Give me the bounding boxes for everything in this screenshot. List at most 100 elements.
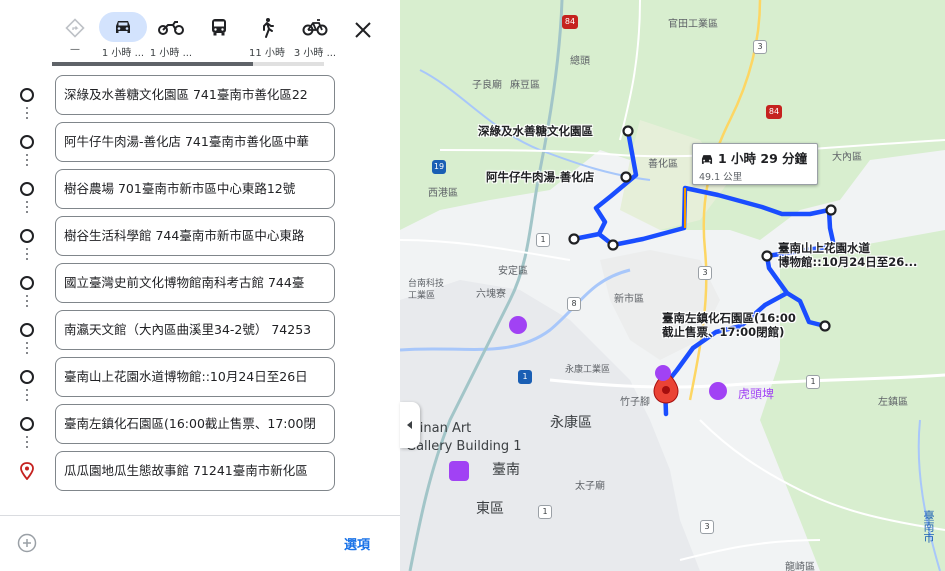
road-shield-3: 3 <box>753 40 767 54</box>
road-shield-1: 1 <box>536 233 550 247</box>
waypoint-input[interactable]: 樹谷農場 701臺南市新市區中心東路12號 <box>55 169 335 209</box>
map-label-dest-2[interactable]: 阿牛仔牛肉湯-善化店 <box>486 170 594 184</box>
travel-mode-bar: — 1 小時 ... 1 小時 ... 11 小時 3 小時 ... <box>0 0 400 66</box>
label-dong: 東區 <box>476 501 504 517</box>
connector-dots <box>25 248 29 263</box>
road-shield-3b: 3 <box>698 266 712 280</box>
directions-panel: — 1 小時 ... 1 小時 ... 11 小時 3 小時 ... 深綠及水善… <box>0 0 400 571</box>
road-shield-84b: 84 <box>766 105 782 119</box>
waypoint-input[interactable]: 深綠及水善糖文化園區 741臺南市善化區22 <box>55 75 335 115</box>
map-label-dest-1[interactable]: 深綠及水善糖文化園區 <box>478 124 593 138</box>
close-button[interactable] <box>348 15 378 45</box>
mode-driving-time: 1 小時 ... <box>101 48 145 59</box>
collapse-panel-button[interactable] <box>400 402 420 448</box>
label-yongkang: 永康區 <box>550 415 592 431</box>
waypoint-circle-icon <box>20 88 34 102</box>
waypoint-row: 樹谷農場 701臺南市新市區中心東路12號 <box>0 169 400 209</box>
waypoint-input[interactable]: 臺南左鎮化石園區(16:00截止售票、17:00閉 <box>55 404 335 444</box>
label-zigang: 子良廟 <box>472 80 502 91</box>
label-guantian: 官田工業區 <box>668 19 718 30</box>
route-distance: 49.1 公里 <box>699 172 743 183</box>
label-zhuotou: 總頭 <box>570 56 590 67</box>
mode-walking[interactable]: 11 小時 <box>240 10 294 62</box>
chevron-left-icon <box>407 421 412 429</box>
label-tainan-city: 臺南市 <box>922 510 935 543</box>
waypoint-input[interactable]: 瓜瓜園地瓜生態故事館 71241臺南市新化區 <box>55 451 335 491</box>
label-tainan: 臺南 <box>492 462 520 478</box>
options-button[interactable]: 選項 <box>344 534 370 553</box>
mode-best[interactable]: — <box>48 10 102 62</box>
add-circle-icon <box>17 533 37 553</box>
waypoint-input[interactable]: 南瀛天文館（大內區曲溪里34-2號） 74253 <box>55 310 335 350</box>
loading-progress-fill <box>52 62 254 66</box>
connector-dots <box>25 201 29 216</box>
road-shield-19: 19 <box>432 160 446 174</box>
label-shanhua: 善化區 <box>648 159 678 170</box>
waypoint-circle-icon <box>20 276 34 290</box>
waypoint-row: 樹谷生活科學館 744臺南市新市區中心東路 <box>0 216 400 256</box>
mode-motorcycle[interactable]: 1 小時 ... <box>144 10 198 62</box>
connector-dots <box>25 295 29 310</box>
connector-dots <box>25 154 29 169</box>
walking-icon <box>243 12 291 42</box>
road-shield-1d: 1 <box>806 375 820 389</box>
destination-pin-icon <box>20 462 34 484</box>
mode-driving[interactable]: 1 小時 ... <box>96 10 150 62</box>
waypoint-circle-icon <box>20 370 34 384</box>
waypoint-row: 深綠及水善糖文化園區 741臺南市善化區22 <box>0 75 400 115</box>
waypoint-row: 臺南山上花園水道博物館::10月24日至26日 <box>0 357 400 397</box>
waypoint-row: 阿牛仔牛肉湯-善化店 741臺南市善化區中華 <box>0 122 400 162</box>
label-madou: 麻豆區 <box>510 80 540 91</box>
waypoint-circle-icon <box>20 323 34 337</box>
waypoint-input[interactable]: 臺南山上花園水道博物館::10月24日至26日 <box>55 357 335 397</box>
waypoint-circle-icon <box>20 229 34 243</box>
label-anding: 安定區 <box>498 266 528 277</box>
route-duration: 1 小時 29 分鐘 <box>718 151 808 166</box>
mode-walking-time: 11 小時 <box>249 48 285 59</box>
mode-cycling[interactable]: 3 小時 ... <box>288 10 342 62</box>
waypoint-input[interactable]: 樹谷生活科學館 744臺南市新市區中心東路 <box>55 216 335 256</box>
waypoint-input[interactable]: 國立臺灣史前文化博物館南科考古館 744臺 <box>55 263 335 303</box>
car-icon <box>99 12 147 42</box>
label-hutoupi: 虎頭埤 <box>738 387 775 401</box>
map-canvas[interactable]: 84 3 19 1 8 3 1 1 3 1 84 官田工業區 子良廟 麻豆區 西… <box>400 0 945 571</box>
map-label-dest-8[interactable]: 臺南左鎮化石園區(16:00 截止售票、17:00閉館) <box>662 311 796 339</box>
close-icon <box>355 22 371 38</box>
connector-dots <box>25 107 29 122</box>
label-tainan-tech: 台南科技 工業區 <box>408 279 445 301</box>
road-shield-3c: 3 <box>700 520 714 534</box>
road-shield-1b: 1 <box>518 370 532 384</box>
label-zhuqi: 竹子腳 <box>620 397 650 408</box>
connector-dots <box>25 436 29 451</box>
mode-motorcycle-time: 1 小時 ... <box>149 48 193 59</box>
loading-progress <box>52 62 324 66</box>
road-shield-8: 8 <box>567 297 581 311</box>
waypoint-input[interactable]: 阿牛仔牛肉湯-善化店 741臺南市善化區中華 <box>55 122 335 162</box>
panel-footer: 選項 <box>0 515 400 571</box>
waypoint-circle-icon <box>20 182 34 196</box>
car-icon <box>701 155 713 164</box>
label-taizi: 太子廟 <box>575 481 605 492</box>
mode-cycling-time: 3 小時 ... <box>293 48 337 59</box>
motorcycle-icon <box>147 12 195 42</box>
route-info-bubble[interactable]: 1 小時 29 分鐘 49.1 公里 <box>692 143 818 185</box>
waypoint-circle-icon <box>20 135 34 149</box>
map-label-dest-7[interactable]: 臺南山上花園水道 博物館::10月24日至26... <box>778 241 917 269</box>
connector-dots <box>25 342 29 357</box>
waypoint-row: 瓜瓜園地瓜生態故事館 71241臺南市新化區 <box>0 451 400 491</box>
add-destination-button[interactable] <box>17 533 37 553</box>
label-liujia: 六塊寮 <box>476 289 506 300</box>
waypoint-circle-icon <box>20 417 34 431</box>
label-yongkang-ind: 永康工業區 <box>565 365 611 375</box>
directions-diamond-icon <box>51 12 99 42</box>
label-xiying: 西港區 <box>428 188 458 199</box>
road-shield-84: 84 <box>562 15 578 29</box>
mode-best-time: — <box>70 44 80 55</box>
label-xinshi: 新市區 <box>614 294 644 305</box>
bus-icon <box>195 12 243 42</box>
waypoint-row: 國立臺灣史前文化博物館南科考古館 744臺 <box>0 263 400 303</box>
mode-transit[interactable] <box>192 10 246 62</box>
waypoint-row: 臺南左鎮化石園區(16:00截止售票、17:00閉 <box>0 404 400 444</box>
label-art-gallery: Tainan Art Gallery Building 1 <box>406 421 522 454</box>
label-zuozhen: 左鎮區 <box>878 397 908 408</box>
